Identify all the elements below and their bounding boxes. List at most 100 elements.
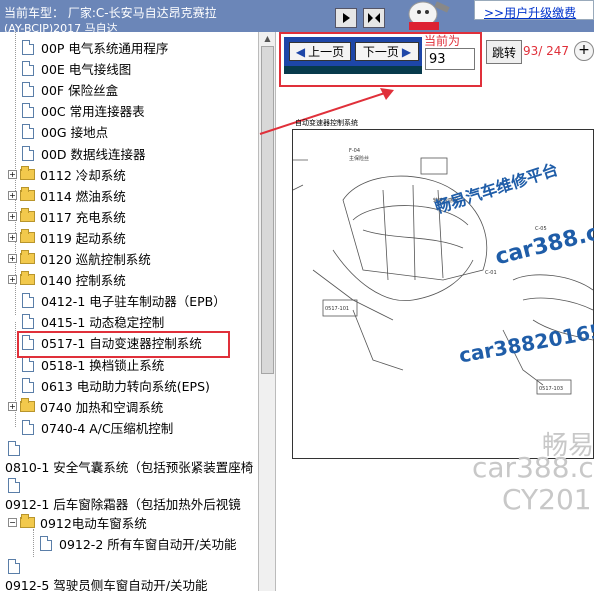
tree-item[interactable]: 00F 保险丝盒 bbox=[22, 79, 118, 100]
tree-folder[interactable]: + 0140 控制系统 bbox=[8, 269, 126, 290]
tree-item-label: 0912-2 所有车窗自动开/关功能 bbox=[59, 537, 237, 552]
tree-item-label: 0740-4 A/C压缩机控制 bbox=[41, 421, 174, 436]
tree-item[interactable]: 0415-1 动态稳定控制 bbox=[22, 311, 164, 332]
folder-icon bbox=[20, 229, 35, 243]
expand-plus-icon[interactable]: + bbox=[8, 233, 17, 242]
tree-item-label: 00E 电气接线图 bbox=[41, 62, 132, 77]
folder-icon bbox=[20, 271, 35, 285]
nav-highlight-box bbox=[279, 32, 482, 87]
tree-item[interactable]: 0810-1 安全气囊系统（包括预张紧装置座椅 bbox=[5, 456, 253, 477]
document-icon bbox=[22, 40, 34, 55]
scroll-up-icon[interactable]: ▲ bbox=[261, 32, 274, 45]
document-icon bbox=[22, 61, 34, 76]
document-icon bbox=[8, 441, 20, 456]
svg-text:0517-103: 0517-103 bbox=[539, 386, 563, 392]
expand-plus-icon[interactable]: + bbox=[8, 254, 17, 263]
current-car-label: 当前车型： 厂家:C-长安马自达昂克赛拉 bbox=[4, 6, 217, 20]
tree-item[interactable]: 00C 常用连接器表 bbox=[22, 100, 145, 121]
upgrade-payment-link[interactable]: >>用户升级缴费 bbox=[484, 4, 576, 21]
tree-item-label: 0912电动车窗系统 bbox=[40, 516, 147, 531]
diagram-title: 自动变速器控制系统 bbox=[295, 119, 358, 127]
tree-folder[interactable]: + 0740 加热和空调系统 bbox=[8, 396, 163, 417]
collapse-panel-button[interactable] bbox=[335, 8, 357, 28]
svg-text:主保险丝: 主保险丝 bbox=[349, 155, 369, 162]
tree-item-label: 0415-1 动态稳定控制 bbox=[41, 315, 165, 330]
tree-folder[interactable]: + 0114 燃油系统 bbox=[8, 185, 126, 206]
folder-icon bbox=[20, 208, 35, 222]
document-icon bbox=[22, 293, 34, 308]
selection-highlight-box bbox=[17, 331, 230, 358]
folder-icon bbox=[20, 250, 35, 264]
tree-item-label: 0613 电动助力转向系统(EPS) bbox=[41, 379, 210, 394]
expand-plus-icon[interactable]: + bbox=[8, 191, 17, 200]
folder-icon bbox=[20, 166, 35, 180]
tree-item-label: 0114 燃油系统 bbox=[40, 189, 126, 204]
tree-item-label: 00F 保险丝盒 bbox=[41, 83, 119, 98]
tree-item[interactable]: 0912-2 所有车窗自动开/关功能 bbox=[40, 533, 236, 554]
car-model-subtitle: (AY-BCJP)2017 马自达 bbox=[4, 22, 118, 32]
tree-guide-line bbox=[33, 529, 34, 557]
expand-plus-icon[interactable]: + bbox=[8, 170, 17, 179]
wiring-diagram-drawing: F-04 主保险丝 轴速传感器 C-05 C-01 0517-101 0517-… bbox=[293, 148, 593, 395]
svg-text:0517-101: 0517-101 bbox=[325, 306, 349, 312]
tree-folder[interactable]: + 0112 冷却系统 bbox=[8, 164, 126, 185]
tree-item[interactable]: 0912-1 后车窗除霜器（包括加热外后视镜 bbox=[5, 493, 241, 514]
tree-item-label: 0112 冷却系统 bbox=[40, 168, 126, 183]
tree-item-label: 00D 数据线连接器 bbox=[41, 147, 146, 162]
tree-item-label: 0119 起动系统 bbox=[40, 231, 126, 246]
tree-item-label: 00P 电气系统通用程序 bbox=[41, 41, 169, 56]
tree-item[interactable]: 00G 接地点 bbox=[22, 121, 108, 142]
tree-item-label: 00G 接地点 bbox=[41, 125, 109, 140]
page-count: 93/ 247 bbox=[523, 44, 570, 58]
watermark-text: CY201 bbox=[502, 483, 592, 516]
tree-item[interactable]: 00E 电气接线图 bbox=[22, 58, 131, 79]
document-tree: 00P 电气系统通用程序 00E 电气接线图 00F 保险丝盒 00C 常用连接… bbox=[0, 32, 258, 591]
zoom-in-icon[interactable]: + bbox=[574, 41, 594, 61]
double-arrow-icon bbox=[368, 13, 380, 23]
tree-item-label: 0140 控制系统 bbox=[40, 273, 126, 288]
document-icon bbox=[40, 536, 52, 551]
document-icon bbox=[22, 420, 34, 435]
tree-item[interactable]: 00P 电气系统通用程序 bbox=[22, 37, 168, 58]
expand-plus-icon[interactable]: + bbox=[8, 212, 17, 221]
tree-item-label: 0740 加热和空调系统 bbox=[40, 400, 164, 415]
tree-item[interactable]: 0912-5 驾驶员侧车窗自动开/关功能 bbox=[5, 574, 207, 591]
expand-plus-icon[interactable]: + bbox=[8, 402, 17, 411]
tree-item-label: 0120 巡航控制系统 bbox=[40, 252, 151, 267]
wiring-diagram: F-04 主保险丝 轴速传感器 C-05 C-01 0517-101 0517-… bbox=[292, 129, 594, 459]
collapse-minus-icon[interactable]: − bbox=[8, 518, 17, 527]
jump-button[interactable]: 跳转 bbox=[486, 40, 522, 64]
play-right-icon bbox=[343, 13, 350, 23]
tree-folder[interactable]: + 0117 充电系统 bbox=[8, 206, 126, 227]
svg-text:C-05: C-05 bbox=[535, 226, 547, 232]
tree-item-label: 0912-5 驾驶员侧车窗自动开/关功能 bbox=[5, 578, 208, 591]
folder-open-icon bbox=[20, 514, 35, 528]
folder-icon bbox=[20, 398, 35, 412]
expand-plus-icon[interactable]: + bbox=[8, 275, 17, 284]
svg-text:轴速传感器: 轴速传感器 bbox=[433, 197, 458, 204]
document-icon bbox=[22, 378, 34, 393]
tree-folder-open[interactable]: − 0912电动车窗系统 bbox=[8, 512, 147, 533]
document-viewer: ◀ 上一页 下一页 ▶ 当前为 跳转 93/ 247 + 自动变速器控制系统 bbox=[259, 32, 594, 591]
document-icon bbox=[22, 357, 34, 372]
tree-item-label: 0412-1 电子驻车制动器（EPB） bbox=[41, 294, 226, 309]
expand-panel-button[interactable] bbox=[363, 8, 385, 28]
tree-folder[interactable]: + 0119 起动系统 bbox=[8, 227, 126, 248]
top-bar: 当前车型： 厂家:C-长安马自达昂克赛拉 (AY-BCJP)2017 马自达 >… bbox=[0, 0, 594, 32]
document-icon bbox=[22, 82, 34, 97]
tree-item[interactable]: 0740-4 A/C压缩机控制 bbox=[22, 417, 173, 438]
document-icon bbox=[8, 559, 20, 574]
svg-text:C-01: C-01 bbox=[485, 270, 497, 276]
tree-folder[interactable]: + 0120 巡航控制系统 bbox=[8, 248, 151, 269]
tree-item[interactable]: 0412-1 电子驻车制动器（EPB） bbox=[22, 290, 226, 311]
tree-item[interactable]: 00D 数据线连接器 bbox=[22, 143, 146, 164]
tree-item-label: 00C 常用连接器表 bbox=[41, 104, 145, 119]
document-icon bbox=[22, 146, 34, 161]
folder-icon bbox=[20, 187, 35, 201]
document-icon bbox=[22, 103, 34, 118]
mascot-logo-icon bbox=[408, 1, 450, 30]
svg-text:F-04: F-04 bbox=[349, 148, 360, 154]
document-icon bbox=[8, 478, 20, 493]
tree-item-label: 0912-1 后车窗除霜器（包括加热外后视镜 bbox=[5, 497, 241, 512]
tree-item[interactable]: 0613 电动助力转向系统(EPS) bbox=[22, 375, 210, 396]
